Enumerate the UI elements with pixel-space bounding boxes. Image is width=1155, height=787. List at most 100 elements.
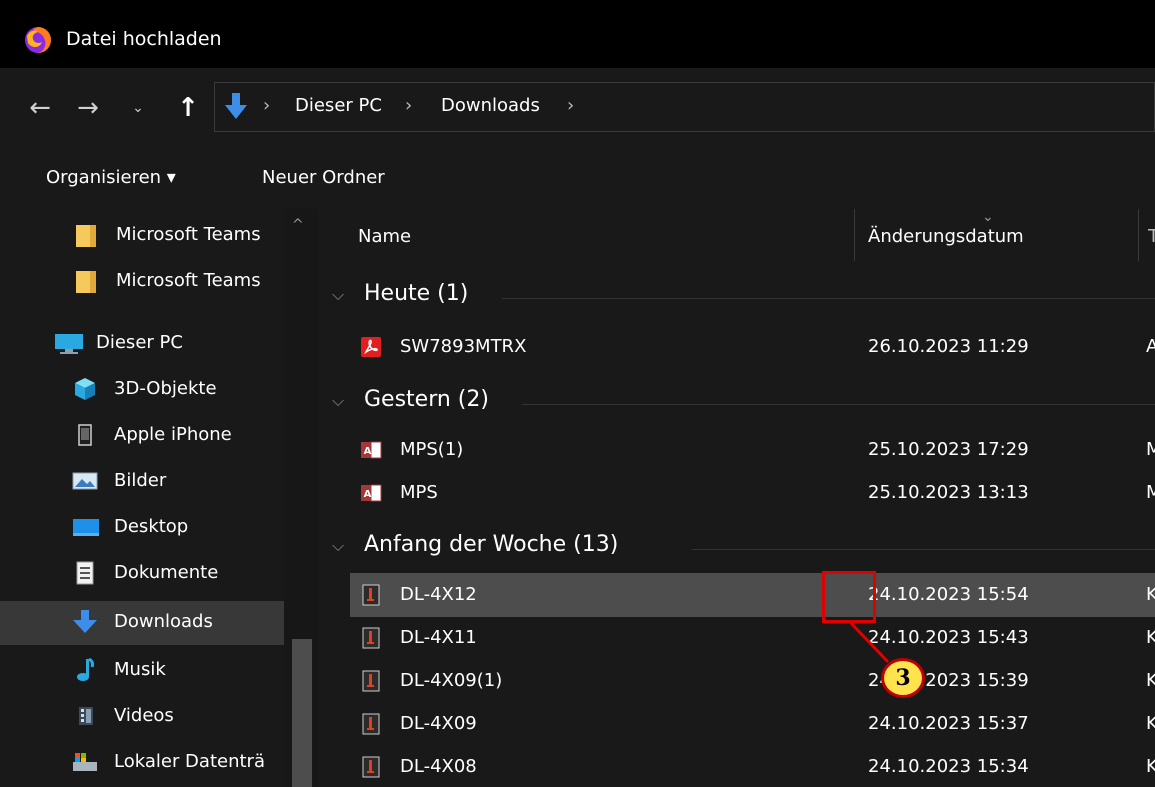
nav-item-label: Videos (114, 705, 174, 726)
navigation-bar: ← → ⌄ ↑ › Dieser PC › Downloads › (0, 68, 1155, 147)
group-title: Heute (1) (364, 281, 469, 306)
file-row[interactable]: A MPS(1) 25.10.2023 17:29 M (350, 428, 1155, 472)
callout-highlight-box (822, 571, 876, 623)
nav-item-label: Dieser PC (96, 332, 183, 353)
nav-item-label: Lokaler Datenträ (114, 751, 265, 772)
sort-indicator-icon: ⌄ (982, 209, 994, 225)
file-name: DL-4X11 (400, 627, 477, 648)
file-icon (362, 627, 380, 649)
file-name: SW7893MTRX (400, 336, 527, 357)
breadcrumb-item-dieser-pc[interactable]: Dieser PC (295, 95, 382, 116)
nav-item-3d-objekte[interactable]: 3D-Objekte (0, 368, 284, 412)
column-divider[interactable] (1138, 209, 1139, 261)
chevron-down-icon: ⌵ (332, 536, 345, 555)
folder-icon (76, 271, 96, 293)
file-row[interactable]: DL-4X09 24.10.2023 15:37 K (350, 702, 1155, 746)
svg-text:A: A (364, 489, 372, 500)
window-title: Datei hochladen (66, 28, 222, 50)
file-row-selected[interactable]: DL-4X12 24.10.2023 15:54 K (350, 573, 1155, 617)
breadcrumb-item-downloads[interactable]: Downloads (441, 95, 540, 116)
group-divider (502, 298, 1155, 299)
download-icon (73, 610, 97, 633)
navigation-pane: Microsoft Teams Microsoft Teams Dieser P… (0, 209, 318, 787)
chevron-down-icon[interactable]: ⌄ (128, 90, 148, 126)
scrollbar-thumb[interactable] (292, 639, 312, 787)
file-type: K (1146, 584, 1155, 605)
cube-icon (75, 378, 95, 400)
file-icon (362, 713, 380, 735)
file-name: DL-4X09 (400, 713, 477, 734)
video-icon (79, 707, 93, 725)
file-row[interactable]: DL-4X11 24.10.2023 15:43 K (350, 616, 1155, 660)
breadcrumb-separator: › (263, 95, 271, 116)
pdf-icon (361, 337, 381, 357)
column-header-date[interactable]: Änderungsdatum (868, 226, 1024, 247)
nav-item-dieser-pc[interactable]: Dieser PC (0, 322, 284, 366)
file-type: M (1146, 482, 1155, 503)
file-row[interactable]: DL-4X08 24.10.2023 15:34 K (350, 745, 1155, 787)
file-date: 25.10.2023 17:29 (868, 439, 1029, 460)
group-title: Anfang der Woche (13) (364, 532, 619, 557)
file-row[interactable]: A MPS 25.10.2023 13:13 M (350, 471, 1155, 515)
back-arrow-icon[interactable]: ← (22, 90, 58, 126)
nav-item-label: Desktop (114, 516, 189, 537)
nav-item-microsoft-teams[interactable]: Microsoft Teams (0, 260, 284, 304)
svg-text:A: A (364, 446, 372, 457)
navpane-scrollbar[interactable]: ^ (284, 209, 318, 787)
nav-item-label: Microsoft Teams (116, 224, 261, 245)
access-db-icon: A (361, 484, 382, 502)
column-header-name[interactable]: Name (358, 226, 411, 247)
nav-item-dokumente[interactable]: Dokumente (0, 552, 284, 596)
scroll-up-icon[interactable]: ^ (292, 217, 304, 233)
nav-item-microsoft-teams[interactable]: Microsoft Teams (0, 214, 284, 258)
pictures-icon (72, 472, 98, 490)
desktop-icon (73, 519, 99, 536)
file-type: A (1146, 336, 1155, 357)
nav-item-downloads[interactable]: Downloads (0, 601, 284, 645)
file-icon (362, 670, 380, 692)
nav-item-label: Bilder (114, 470, 167, 491)
file-row[interactable]: SW7893MTRX 26.10.2023 11:29 A (350, 325, 1155, 369)
nav-item-label: Dokumente (114, 562, 219, 583)
chevron-down-icon: ⌵ (332, 391, 345, 410)
file-type: K (1146, 627, 1155, 648)
file-list: ⌄ Name Änderungsdatum T ⌵ Heute (1) SW78… (318, 209, 1155, 787)
file-name: DL-4X12 (400, 584, 477, 605)
music-icon (77, 658, 94, 681)
forward-arrow-icon[interactable]: → (70, 90, 106, 126)
file-name: MPS (400, 482, 438, 503)
nav-item-label: Downloads (114, 611, 213, 632)
nav-item-label: Apple iPhone (114, 424, 232, 445)
file-name: DL-4X09(1) (400, 670, 503, 691)
column-header-type[interactable]: T (1148, 226, 1155, 247)
nav-item-label: Microsoft Teams (116, 270, 261, 291)
file-type: K (1146, 670, 1155, 691)
group-title: Gestern (2) (364, 387, 489, 412)
file-type: K (1146, 756, 1155, 777)
file-date: 24.10.2023 15:37 (868, 713, 1029, 734)
nav-item-desktop[interactable]: Desktop (0, 506, 284, 550)
access-db-icon: A (361, 441, 382, 459)
up-arrow-icon[interactable]: ↑ (170, 90, 206, 126)
file-date: 25.10.2023 13:13 (868, 482, 1029, 503)
phone-icon (78, 424, 92, 446)
group-divider (522, 404, 1155, 405)
nav-item-label: Musik (114, 659, 166, 680)
breadcrumb-separator: › (567, 95, 575, 116)
nav-item-musik[interactable]: Musik (0, 649, 284, 693)
callout-number-badge: 3 (881, 658, 925, 698)
firefox-icon (25, 27, 51, 53)
chevron-down-icon: ⌵ (332, 285, 345, 304)
new-folder-button[interactable]: Neuer Ordner (262, 167, 385, 188)
column-divider[interactable] (854, 209, 855, 261)
organize-button[interactable]: Organisieren ▾ (46, 167, 176, 188)
file-row[interactable]: DL-4X09(1) 24.10.2023 15:39 K (350, 659, 1155, 703)
download-icon (225, 93, 247, 119)
nav-item-lokaler-datentraeger[interactable]: Lokaler Datenträ (0, 741, 284, 785)
title-bar: Datei hochladen (0, 0, 1155, 68)
document-icon (76, 561, 94, 585)
address-bar[interactable]: › Dieser PC › Downloads › (214, 82, 1155, 132)
nav-item-bilder[interactable]: Bilder (0, 460, 284, 504)
nav-item-apple-iphone[interactable]: Apple iPhone (0, 414, 284, 458)
nav-item-videos[interactable]: Videos (0, 695, 284, 739)
